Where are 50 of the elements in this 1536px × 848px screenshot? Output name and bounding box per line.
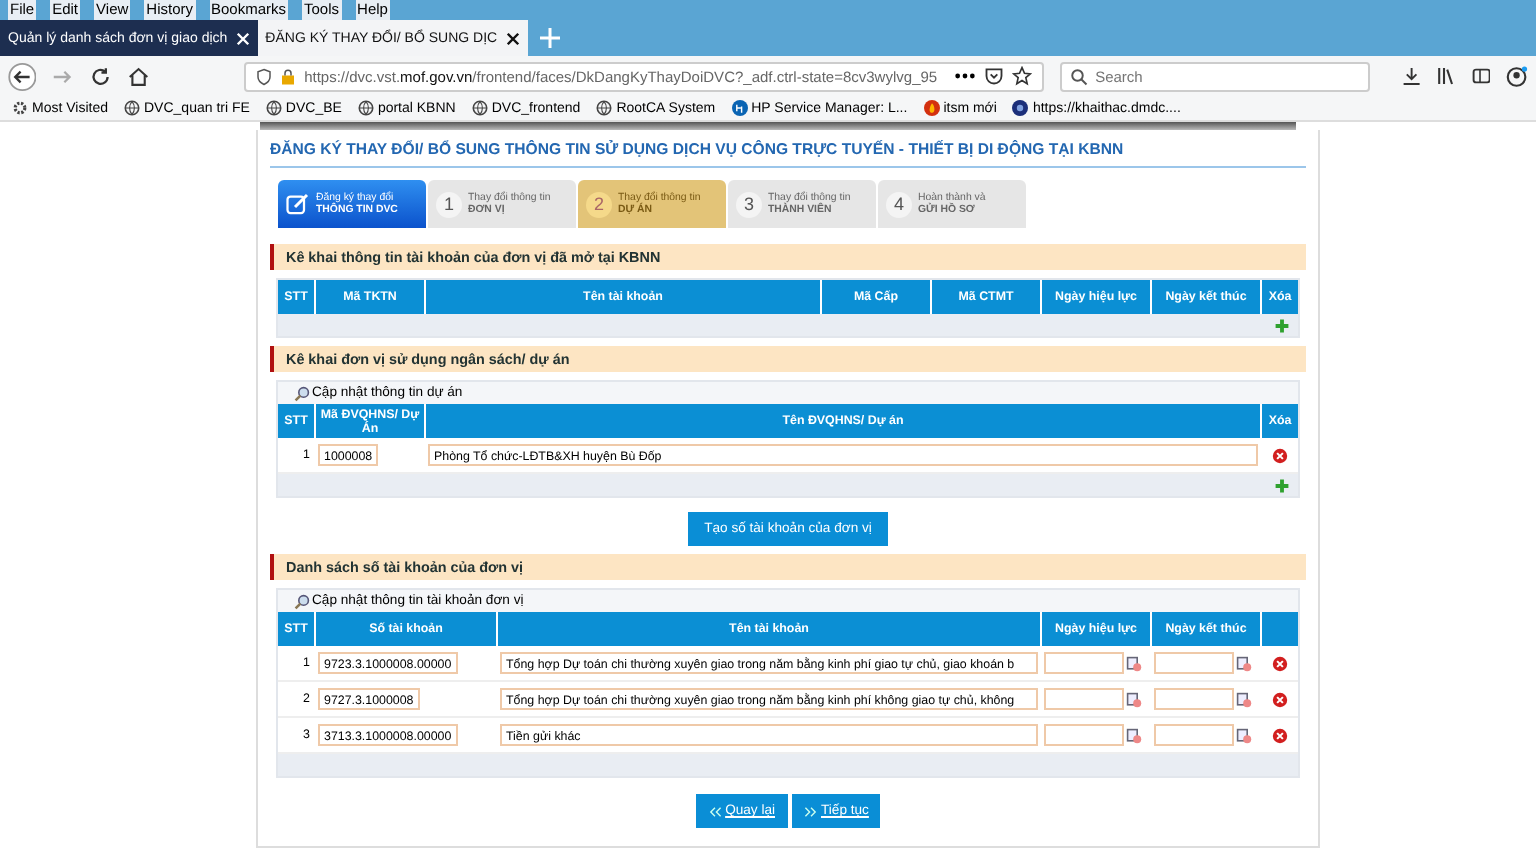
globe-icon	[357, 100, 374, 116]
delete-icon[interactable]	[1272, 655, 1288, 671]
reload-icon[interactable]	[89, 65, 112, 87]
new-tab-icon[interactable]	[539, 28, 560, 48]
more-icon[interactable]	[953, 72, 976, 80]
globe-icon	[265, 100, 282, 116]
step-number: 2	[586, 191, 612, 217]
date-field[interactable]	[1044, 724, 1124, 746]
date-field[interactable]	[1044, 652, 1124, 674]
calendar-icon[interactable]	[1236, 655, 1252, 671]
date-field[interactable]	[1154, 688, 1234, 710]
double-chevron-right-icon	[803, 805, 817, 817]
site-icon	[1012, 100, 1029, 116]
magnifier-icon	[294, 593, 310, 609]
star-icon[interactable]	[1011, 66, 1032, 86]
pocket-icon[interactable]	[983, 66, 1004, 86]
gear-icon	[12, 100, 28, 116]
back-icon[interactable]	[8, 61, 37, 91]
close-icon[interactable]	[505, 31, 520, 45]
calendar-icon[interactable]	[1126, 655, 1142, 671]
flame-icon	[923, 100, 940, 116]
library-icon[interactable]	[1436, 66, 1456, 86]
calendar-icon[interactable]	[1236, 727, 1252, 743]
shield-icon	[256, 67, 273, 85]
step-number: 4	[886, 191, 912, 217]
step-number: 3	[736, 191, 762, 217]
globe-icon	[471, 100, 488, 116]
globe-icon	[124, 100, 140, 116]
add-icon[interactable]	[1274, 317, 1290, 333]
search-icon	[1069, 67, 1088, 85]
date-field[interactable]	[1154, 652, 1234, 674]
calendar-icon[interactable]	[1236, 691, 1252, 707]
account-icon[interactable]	[1506, 65, 1528, 87]
date-field[interactable]	[1154, 724, 1234, 746]
add-icon[interactable]	[1274, 477, 1290, 493]
sidebar-icon[interactable]	[1471, 66, 1491, 86]
delete-icon[interactable]	[1272, 727, 1288, 743]
lock-icon	[280, 67, 297, 85]
double-chevron-left-icon	[707, 805, 722, 817]
download-icon[interactable]	[1401, 66, 1421, 86]
home-icon[interactable]	[127, 65, 149, 87]
delete-icon[interactable]	[1272, 447, 1288, 463]
edit-icon	[286, 192, 310, 216]
calendar-icon[interactable]	[1126, 727, 1142, 743]
step-number: 1	[436, 191, 462, 217]
date-field[interactable]	[1044, 688, 1124, 710]
calendar-icon[interactable]	[1126, 691, 1142, 707]
globe-icon	[596, 100, 613, 116]
delete-icon[interactable]	[1272, 691, 1288, 707]
magnifier-icon	[294, 385, 310, 401]
